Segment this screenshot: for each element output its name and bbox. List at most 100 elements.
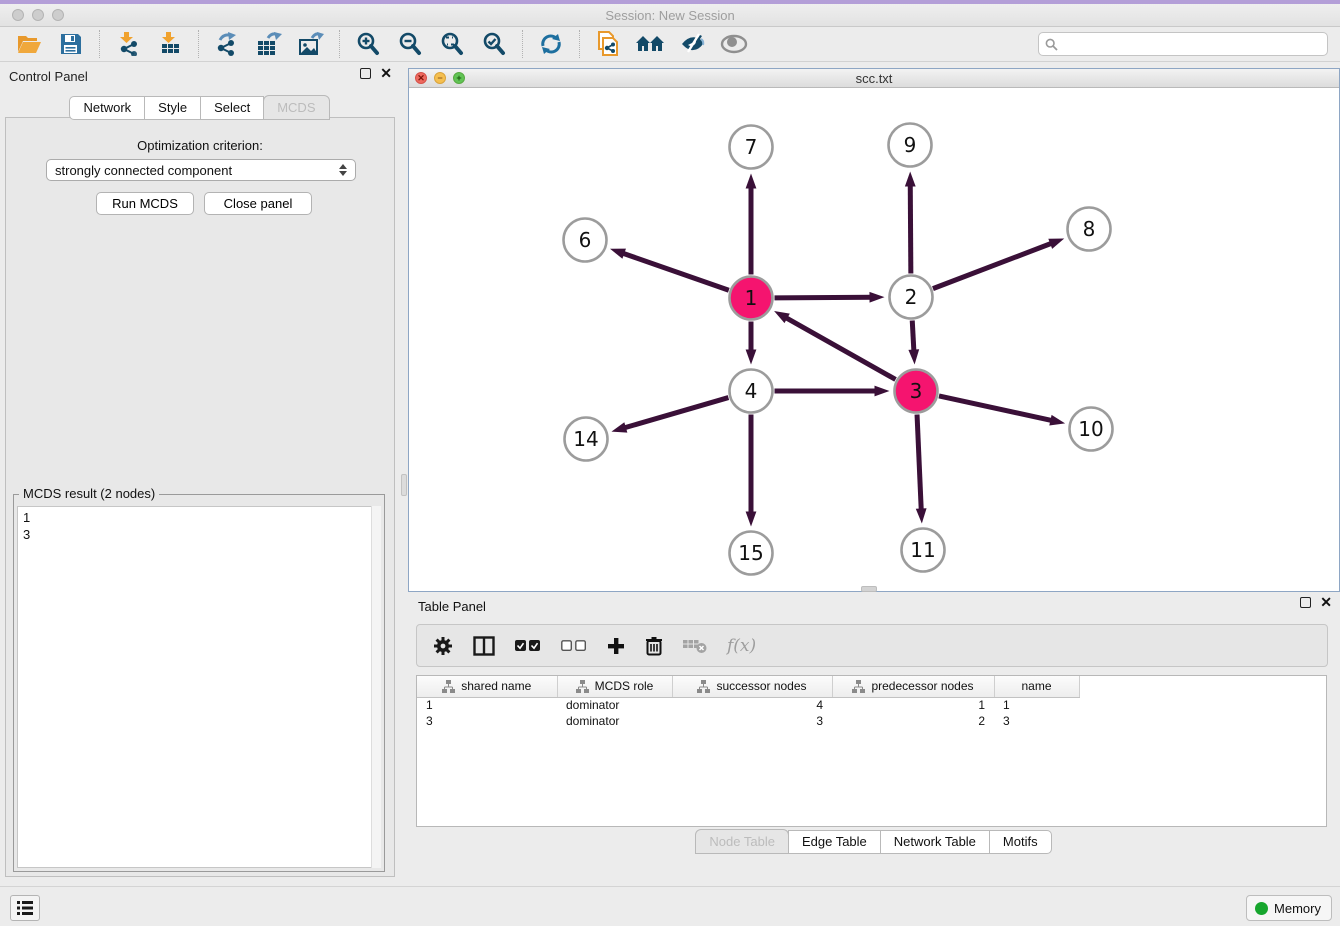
close-panel-icon[interactable]: ✕: [380, 68, 392, 79]
tab-select[interactable]: Select: [200, 96, 264, 120]
splitter-handle[interactable]: [401, 474, 407, 496]
network-window-titlebar[interactable]: ✕ − + scc.txt: [409, 69, 1339, 88]
table-cell[interactable]: dominator: [557, 697, 672, 713]
zoom-out-icon[interactable]: [395, 30, 425, 58]
table-settings-icon[interactable]: [433, 633, 453, 659]
graph-node-3[interactable]: 3: [895, 370, 938, 413]
select-all-columns-icon[interactable]: [515, 633, 541, 659]
table-cell[interactable]: 1: [417, 697, 557, 713]
zoom-selected-icon[interactable]: [479, 30, 509, 58]
table-tab-edge-table[interactable]: Edge Table: [788, 830, 881, 854]
graph-node-15[interactable]: 15: [730, 532, 773, 575]
table-tab-network-table[interactable]: Network Table: [880, 830, 990, 854]
graph-edge-3-10[interactable]: [939, 396, 1054, 421]
column-type-icon: [852, 680, 865, 693]
graph-node-9[interactable]: 9: [889, 124, 932, 167]
import-network-icon[interactable]: [113, 30, 143, 58]
graph-node-label: 8: [1083, 217, 1096, 241]
graph-node-8[interactable]: 8: [1068, 208, 1111, 251]
table-cell[interactable]: 3: [417, 713, 557, 729]
zoom-in-icon[interactable]: [353, 30, 383, 58]
export-network-icon[interactable]: [212, 30, 242, 58]
export-image-icon[interactable]: [296, 30, 326, 58]
panel-splitter[interactable]: [400, 62, 408, 886]
clone-network-icon[interactable]: [593, 30, 623, 58]
function-builder-icon[interactable]: f(x): [727, 633, 756, 659]
graph-edge-arrowhead: [908, 349, 919, 364]
column-header-shared-name[interactable]: shared name: [417, 676, 557, 697]
column-header-name[interactable]: name: [994, 676, 1079, 697]
graph-edge-arrowhead: [869, 292, 884, 303]
search-field[interactable]: [1038, 32, 1328, 56]
table-cell[interactable]: 1: [832, 697, 994, 713]
table-row[interactable]: 3dominator323: [417, 713, 1079, 729]
table-cell[interactable]: dominator: [557, 713, 672, 729]
run-mcds-button[interactable]: Run MCDS: [96, 192, 194, 215]
close-table-panel-icon[interactable]: ✕: [1320, 597, 1332, 608]
add-column-icon[interactable]: [607, 633, 625, 659]
float-panel-icon[interactable]: [360, 68, 371, 79]
table-cell[interactable]: 4: [672, 697, 832, 713]
graph-edge-3-1[interactable]: [784, 316, 896, 379]
graph-node-2[interactable]: 2: [890, 276, 933, 319]
column-header-successor-nodes[interactable]: successor nodes: [672, 676, 832, 697]
refresh-icon[interactable]: [536, 30, 566, 58]
table-cell[interactable]: 2: [832, 713, 994, 729]
delete-column-icon[interactable]: [645, 633, 663, 659]
column-header-MCDS-role[interactable]: MCDS role: [557, 676, 672, 697]
graph-node-7[interactable]: 7: [730, 126, 773, 169]
graph-edge-1-2[interactable]: [774, 297, 873, 298]
graph-edge-2-3[interactable]: [912, 320, 914, 353]
table-row[interactable]: 1dominator411: [417, 697, 1079, 713]
first-neighbors-icon[interactable]: [635, 30, 665, 58]
graph-node-4[interactable]: 4: [730, 370, 773, 413]
import-table-icon[interactable]: [155, 30, 185, 58]
tab-mcds[interactable]: MCDS: [263, 95, 329, 120]
save-session-icon[interactable]: [56, 30, 86, 58]
tab-style[interactable]: Style: [144, 96, 201, 120]
graph-edge-4-14[interactable]: [622, 398, 728, 429]
show-hidden-icon[interactable]: [719, 30, 749, 58]
table-tab-node-table[interactable]: Node Table: [695, 829, 789, 854]
graph-node-10[interactable]: 10: [1070, 408, 1113, 451]
app-titlebar[interactable]: Session: New Session: [0, 4, 1340, 27]
graph-node-label: 10: [1078, 417, 1103, 441]
column-type-icon: [442, 680, 455, 693]
task-history-button[interactable]: [10, 895, 40, 921]
dropdown-stepper-icon: [339, 164, 347, 176]
graph-edge-2-9[interactable]: [910, 182, 911, 273]
graph-node-14[interactable]: 14: [565, 418, 608, 461]
memory-button[interactable]: Memory: [1246, 895, 1332, 921]
mcds-result-text[interactable]: 1 3: [17, 506, 381, 868]
split-panel-icon[interactable]: [473, 633, 495, 659]
hide-selected-icon[interactable]: [677, 30, 707, 58]
zoom-fit-icon[interactable]: [437, 30, 467, 58]
graph-edge-2-8[interactable]: [933, 242, 1054, 288]
graph-node-6[interactable]: 6: [564, 219, 607, 262]
delete-table-icon[interactable]: [683, 633, 707, 659]
result-scrollbar[interactable]: [371, 506, 381, 868]
table-cell[interactable]: 1: [994, 697, 1079, 713]
column-type-icon: [697, 680, 710, 693]
control-panel-header: Control Panel ✕: [0, 62, 400, 90]
node-table[interactable]: shared nameMCDS rolesuccessor nodesprede…: [416, 675, 1327, 827]
open-session-icon[interactable]: [14, 30, 44, 58]
graph-edge-3-11[interactable]: [917, 414, 921, 512]
close-panel-button[interactable]: Close panel: [204, 192, 312, 215]
optimization-criterion-select[interactable]: strongly connected component: [46, 159, 356, 181]
table-cell[interactable]: 3: [672, 713, 832, 729]
export-table-icon[interactable]: [254, 30, 284, 58]
graph-node-11[interactable]: 11: [902, 529, 945, 572]
graph-node-1[interactable]: 1: [730, 277, 773, 320]
network-canvas[interactable]: 7 9 6 8 1 2 4 3 14 10 15 11: [409, 88, 1339, 591]
table-tab-motifs[interactable]: Motifs: [989, 830, 1052, 854]
tab-network[interactable]: Network: [69, 96, 145, 120]
column-header-predecessor-nodes[interactable]: predecessor nodes: [832, 676, 994, 697]
table-tabs: Node TableEdge TableNetwork TableMotifs: [408, 829, 1340, 854]
search-input[interactable]: [1063, 37, 1321, 51]
unselect-all-columns-icon[interactable]: [561, 633, 587, 659]
network-view-window[interactable]: ✕ − + scc.txt 7 9 6 8 1 2 4 3 14 10 15 11: [408, 68, 1340, 592]
graph-edge-1-6[interactable]: [620, 252, 728, 290]
float-table-panel-icon[interactable]: [1300, 597, 1311, 608]
table-cell[interactable]: 3: [994, 713, 1079, 729]
